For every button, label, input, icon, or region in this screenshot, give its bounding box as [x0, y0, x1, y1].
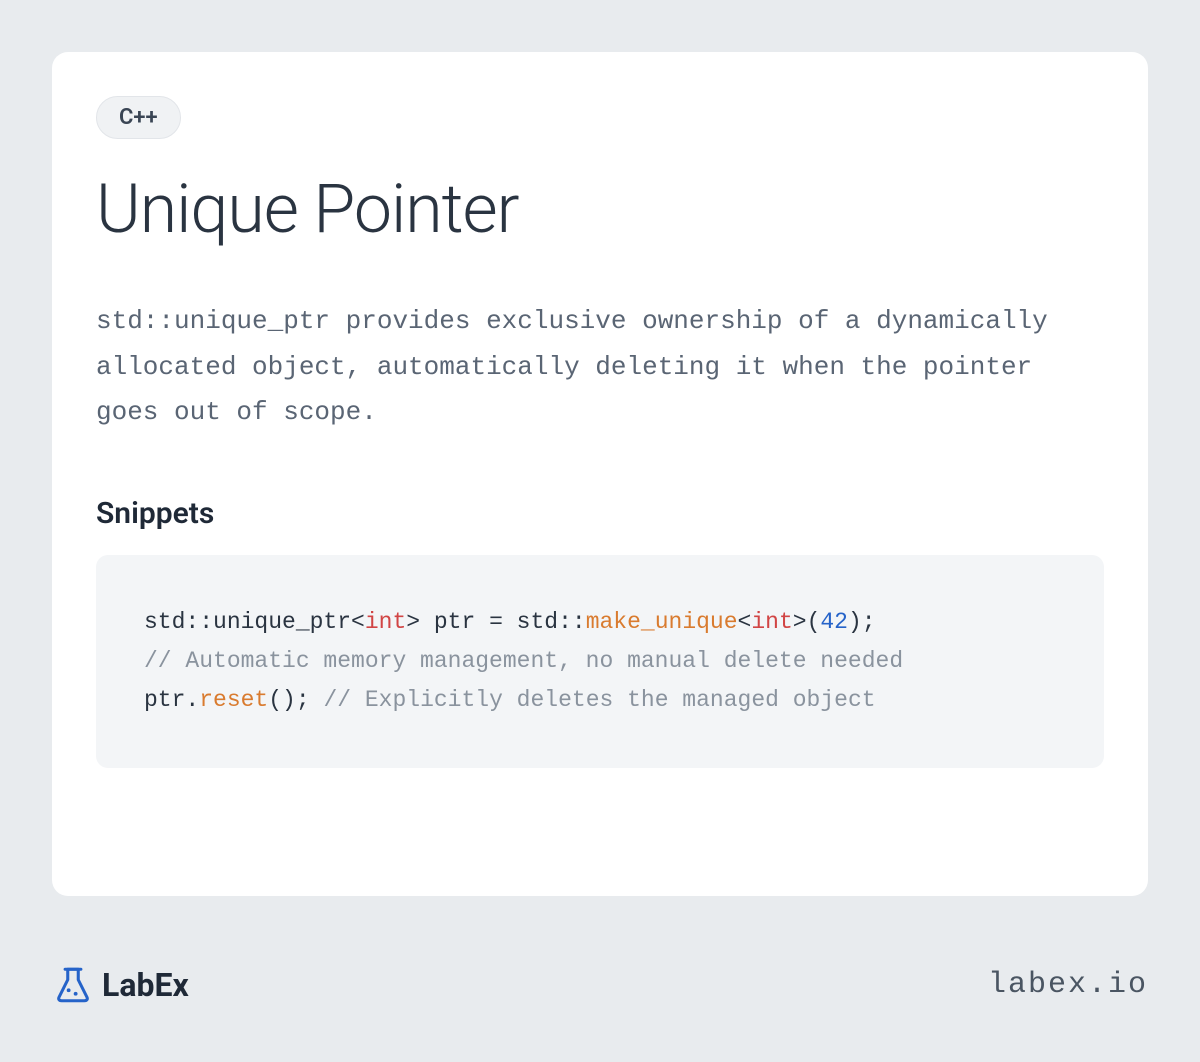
content-card: C++ Unique Pointer std::unique_ptr provi… — [52, 52, 1148, 896]
code-line-2: // Automatic memory management, no manua… — [144, 642, 1056, 681]
page-title: Unique Pointer — [96, 169, 1104, 249]
code-function: reset — [199, 687, 268, 713]
description-text: std::unique_ptr provides exclusive owner… — [96, 299, 1104, 436]
code-comment: // Automatic memory management, no manua… — [144, 648, 903, 674]
footer: LabEx labex.io — [52, 964, 1148, 1006]
code-line-1: std::unique_ptr<int> ptr = std::make_uni… — [144, 603, 1056, 642]
logo-text: LabEx — [102, 966, 189, 1004]
logo: LabEx — [52, 964, 189, 1006]
code-function: make_unique — [586, 609, 738, 635]
flask-icon — [52, 964, 94, 1006]
code-line-3: ptr.reset(); // Explicitly deletes the m… — [144, 681, 1056, 720]
code-number: 42 — [820, 609, 848, 635]
code-keyword: int — [751, 609, 792, 635]
site-url: labex.io — [988, 968, 1148, 1002]
code-snippet: std::unique_ptr<int> ptr = std::make_uni… — [96, 555, 1104, 768]
snippets-heading: Snippets — [96, 496, 1104, 531]
code-comment: // Explicitly deletes the managed object — [323, 687, 875, 713]
language-tag: C++ — [96, 96, 181, 139]
code-keyword: int — [365, 609, 406, 635]
